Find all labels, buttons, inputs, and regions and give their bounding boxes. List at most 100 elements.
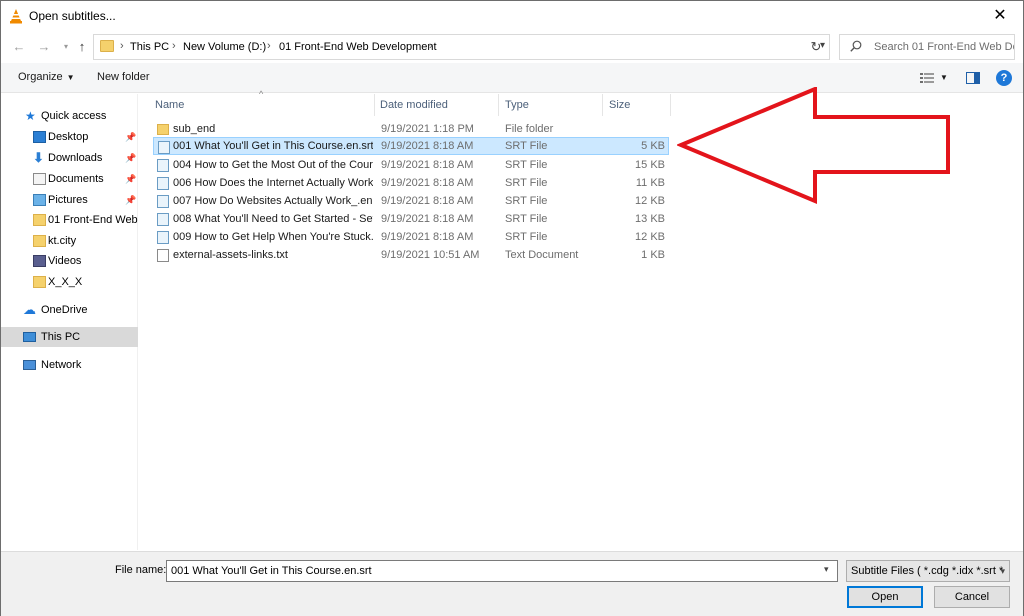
cancel-button[interactable]: Cancel (934, 586, 1010, 608)
breadcrumb-current-folder[interactable]: 01 Front-End Web Development (279, 41, 437, 53)
column-header-date-modified[interactable]: Date modified (375, 94, 499, 116)
open-button[interactable]: Open (847, 586, 923, 608)
column-header-size[interactable]: Size (603, 94, 671, 116)
file-date: 9/19/2021 8:18 AM (381, 159, 474, 171)
list-item[interactable]: sub_end 9/19/2021 1:18 PM File folder (153, 120, 669, 138)
breadcrumb-this-pc[interactable]: This PC (130, 41, 169, 53)
file-date: 9/19/2021 1:18 PM (381, 123, 474, 135)
folder-icon (33, 235, 46, 247)
file-name: 006 How Does the Internet Actually Work.… (173, 177, 373, 189)
view-options-dropdown[interactable]: ▼ (940, 73, 948, 82)
text-file-icon (157, 249, 169, 262)
title-bar: Open subtitles... ✕ (1, 1, 1023, 31)
folder-icon (33, 276, 46, 288)
sidebar-item-onedrive[interactable]: ☁ OneDrive (1, 300, 138, 320)
file-size: 5 KB (641, 140, 665, 152)
navigation-pane: ★ Quick access Desktop 📌 ⬇ Downloads 📌 D… (1, 94, 138, 550)
cloud-icon: ☁ (23, 302, 36, 317)
list-item-selected[interactable]: 001 What You'll Get in This Course.en.sr… (153, 137, 669, 155)
pc-icon (23, 332, 36, 342)
sidebar-item-quick-access[interactable]: ★ Quick access (1, 106, 138, 126)
subtitle-file-icon (157, 213, 169, 226)
pin-icon: 📌 (125, 174, 137, 184)
vlc-cone-icon (10, 9, 22, 24)
column-header-name[interactable]: Name (139, 94, 375, 116)
search-placeholder: Search 01 Front-End Web De... (874, 41, 1014, 53)
chevron-right-icon[interactable]: › (429, 40, 433, 52)
preview-pane-icon[interactable] (966, 72, 980, 84)
sidebar-item-front-end-folder[interactable]: 01 Front-End Web D (1, 210, 138, 230)
sidebar-item-network[interactable]: Network (1, 355, 138, 375)
change-view-icon[interactable] (920, 72, 934, 84)
folder-icon (33, 214, 46, 226)
search-icon (850, 40, 862, 52)
sidebar-item-this-pc[interactable]: This PC (1, 327, 138, 347)
list-item[interactable]: 006 How Does the Internet Actually Work.… (153, 174, 669, 192)
window-title: Open subtitles... (29, 9, 116, 23)
file-date: 9/19/2021 8:18 AM (381, 177, 474, 189)
navigation-bar: ← → ▾ ↑ › This PC › New Volume (D:) › 01… (1, 33, 1023, 61)
sidebar-item-desktop[interactable]: Desktop 📌 (1, 127, 138, 147)
file-type: File folder (505, 123, 554, 135)
refresh-button[interactable]: ↻ (803, 34, 830, 60)
forward-button[interactable]: → (34, 37, 54, 57)
file-date: 9/19/2021 8:18 AM (381, 213, 474, 225)
sidebar-item-pictures[interactable]: Pictures 📌 (1, 190, 138, 210)
sidebar-item-kt-city[interactable]: kt.city (1, 231, 138, 251)
new-folder-button[interactable]: New folder (97, 71, 150, 83)
column-header-type[interactable]: Type (499, 94, 603, 116)
subtitle-file-icon (157, 195, 169, 208)
list-item[interactable]: 007 How Do Websites Actually Work_.en...… (153, 192, 669, 210)
file-type: Text Document (505, 249, 579, 261)
sidebar-item-videos[interactable]: Videos (1, 251, 138, 271)
sidebar-item-x-x-x[interactable]: X_X_X (1, 272, 138, 292)
file-name: sub_end (173, 123, 216, 135)
chevron-right-icon[interactable]: › (172, 40, 176, 52)
file-name: 001 What You'll Get in This Course.en.sr… (173, 140, 373, 152)
sidebar-item-label: Network (41, 359, 82, 371)
chevron-right-icon[interactable]: › (120, 40, 124, 52)
address-bar[interactable]: › This PC › New Volume (D:) › 01 Front-E… (93, 34, 830, 60)
file-type: SRT File (505, 195, 548, 207)
chevron-right-icon[interactable]: › (267, 40, 271, 52)
file-size: 11 KB (635, 177, 665, 189)
file-type-select[interactable]: Subtitle Files ( *.cdg *.idx *.srt * ▾ (846, 560, 1010, 582)
breadcrumb-new-volume[interactable]: New Volume (D:) (183, 41, 266, 53)
videos-icon (33, 255, 46, 267)
chevron-down-icon: ▼ (66, 73, 75, 82)
file-type: SRT File (505, 159, 548, 171)
up-button[interactable]: ↑ (72, 37, 92, 57)
file-name: 007 How Do Websites Actually Work_.en...… (173, 195, 373, 207)
organize-button[interactable]: Organize ▼ (18, 71, 75, 83)
sidebar-item-label: Desktop (48, 131, 89, 143)
subtitle-file-icon (157, 231, 169, 244)
list-item[interactable]: 009 How to Get Help When You're Stuck...… (153, 228, 669, 246)
chevron-down-icon: ▾ (1000, 566, 1005, 576)
file-name: external-assets-links.txt (173, 249, 288, 261)
documents-icon (33, 173, 46, 185)
file-name-input[interactable]: 001 What You'll Get in This Course.en.sr… (166, 560, 838, 582)
file-name: 008 What You'll Need to Get Started - Se… (173, 213, 373, 225)
chevron-down-icon[interactable]: ▾ (824, 564, 829, 575)
pin-icon: 📌 (125, 195, 137, 205)
sidebar-item-label: Downloads (48, 152, 103, 164)
list-item[interactable]: 004 How to Get the Most Out of the Cour.… (153, 156, 669, 174)
sidebar-item-label: X_X_X (48, 276, 83, 288)
help-icon[interactable]: ? (996, 70, 1012, 86)
subtitle-file-icon (158, 141, 170, 154)
dialog-footer: File name: 001 What You'll Get in This C… (1, 551, 1023, 616)
close-button[interactable]: ✕ (977, 1, 1023, 31)
list-item[interactable]: 008 What You'll Need to Get Started - Se… (153, 210, 669, 228)
sidebar-item-documents[interactable]: Documents 📌 (1, 169, 138, 189)
desktop-icon (33, 131, 46, 143)
red-annotation-arrow-icon (677, 87, 950, 205)
search-box[interactable]: Search 01 Front-End Web De... (839, 34, 1015, 60)
back-button[interactable]: ← (9, 37, 29, 57)
list-item[interactable]: external-assets-links.txt 9/19/2021 10:5… (153, 246, 669, 264)
star-icon: ★ (25, 109, 36, 123)
file-type: SRT File (505, 231, 548, 243)
sidebar-item-downloads[interactable]: ⬇ Downloads 📌 (1, 148, 138, 168)
file-name: 004 How to Get the Most Out of the Cour.… (173, 159, 373, 171)
sidebar-item-label: This PC (41, 331, 81, 343)
file-date: 9/19/2021 10:51 AM (381, 249, 480, 261)
